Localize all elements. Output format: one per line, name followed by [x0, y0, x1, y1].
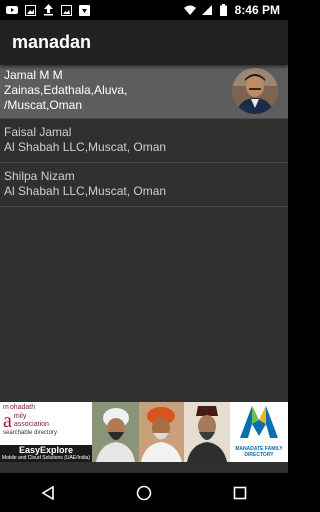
portrait-image	[139, 402, 184, 462]
contact-name: Jamal M M	[4, 68, 63, 82]
contact-address-line1: Zainas,Edathala,Aluva,	[4, 83, 128, 97]
directory-logo-mark	[240, 406, 278, 438]
brand-line1: ohadath	[9, 404, 36, 411]
contact-address-line1: Al Shabah LLC,Muscat, Oman	[4, 184, 167, 198]
screen: 8:46 PM manadan Jamal M M Zainas,Edathal…	[0, 0, 288, 512]
recents-button[interactable]	[220, 478, 260, 508]
back-button[interactable]	[28, 478, 68, 508]
brand-line1b: mily	[13, 413, 27, 420]
recents-icon	[233, 486, 247, 499]
youtube-icon	[6, 4, 18, 16]
brand-subtitle: searchable directory	[3, 430, 58, 436]
contact-row[interactable]: Shilpa Nizam Al Shabah LLC,Muscat, Oman	[0, 163, 288, 207]
contact-details: Jamal M M Zainas,Edathala,Aluva, /Muscat…	[4, 68, 224, 113]
app-bar: manadan	[0, 20, 288, 65]
contact-details: Shilpa Nizam Al Shabah LLC,Muscat, Oman	[4, 169, 224, 199]
ad-banner[interactable]: m ohadath a mily association searchable …	[0, 402, 288, 462]
contact-name: Shilpa Nizam	[4, 169, 75, 183]
status-time: 8:46 PM	[234, 3, 280, 17]
back-icon	[41, 485, 54, 500]
contact-list: Jamal M M Zainas,Edathala,Aluva, /Muscat…	[0, 65, 288, 207]
brand-line1c: association	[13, 421, 49, 428]
gallery-icon	[60, 4, 72, 16]
easyexplore-badge: EasyExplore Mobile and Cloud Solutions (…	[0, 445, 92, 462]
status-bar: 8:46 PM	[0, 0, 288, 20]
contact-row[interactable]: Jamal M M Zainas,Edathala,Aluva, /Muscat…	[0, 65, 288, 119]
notification-icons	[0, 4, 90, 16]
upload-icon	[42, 4, 54, 16]
contact-row[interactable]: Faisal Jamal Al Shabah LLC,Muscat, Oman	[0, 119, 288, 163]
easyexplore-name: EasyExplore	[18, 445, 74, 455]
portrait-image	[184, 402, 230, 462]
signal-icon	[201, 4, 213, 16]
home-icon	[136, 485, 152, 500]
contact-address-line2: /Muscat,Oman	[4, 98, 83, 112]
system-icons: 8:46 PM	[183, 3, 288, 17]
app-title: manadan	[12, 32, 92, 52]
wifi-icon	[183, 4, 196, 16]
battery-icon	[218, 4, 230, 16]
association-logo: m ohadath a mily association searchable …	[0, 402, 92, 462]
contact-avatar[interactable]	[232, 68, 278, 114]
contact-name: Faisal Jamal	[4, 125, 72, 139]
contact-details: Faisal Jamal Al Shabah LLC,Muscat, Oman	[4, 125, 224, 155]
family-directory-logo: MANADATE FAMILY DIRECTORY	[230, 402, 288, 462]
portrait-image	[92, 402, 139, 462]
contact-address-line1: Al Shabah LLC,Muscat, Oman	[4, 140, 167, 154]
download-icon	[78, 4, 90, 16]
directory-logo-text2: DIRECTORY	[244, 452, 274, 458]
image-icon	[24, 4, 36, 16]
brand-logo-mark: a	[3, 410, 12, 432]
navigation-bar	[0, 473, 288, 512]
easyexplore-subtitle: Mobile and Cloud Solutions (UAE/India)	[1, 455, 91, 461]
home-button[interactable]	[124, 478, 164, 508]
